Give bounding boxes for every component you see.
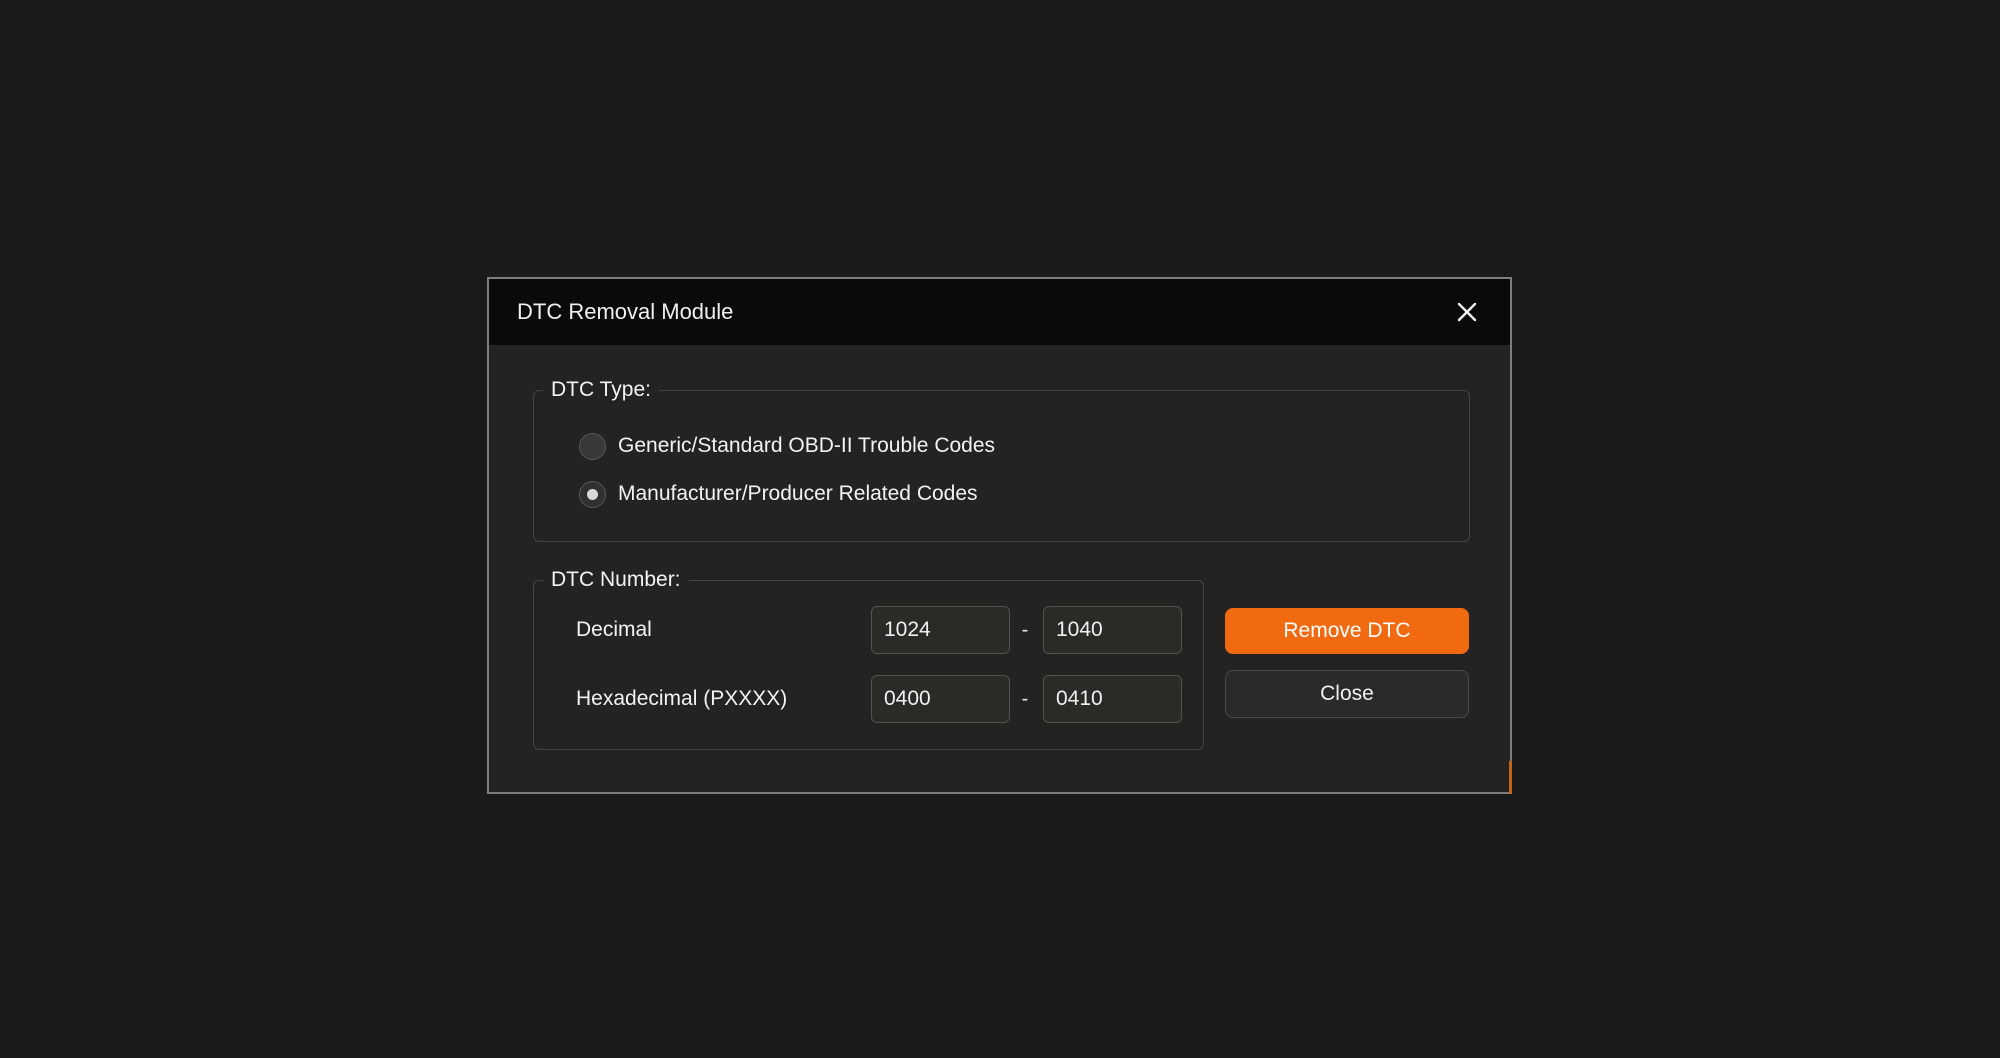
hexadecimal-label: Hexadecimal (PXXXX): [576, 675, 787, 723]
radio-option-manufacturer[interactable]: Manufacturer/Producer Related Codes: [579, 480, 978, 508]
dialog-titlebar[interactable]: DTC Removal Module: [489, 279, 1510, 345]
decimal-label: Decimal: [576, 606, 652, 654]
dtc-type-groupbox: DTC Type: Generic/Standard OBD-II Troubl…: [533, 390, 1470, 542]
radio-button-icon[interactable]: [579, 433, 606, 460]
range-separator: -: [1015, 675, 1035, 723]
dtc-number-groupbox: DTC Number: Decimal - Hexadecimal (PXXXX…: [533, 580, 1204, 750]
range-separator: -: [1015, 606, 1035, 654]
close-button[interactable]: Close: [1225, 670, 1469, 718]
decimal-to-input[interactable]: [1043, 606, 1182, 654]
hexadecimal-from-input[interactable]: [871, 675, 1010, 723]
titlebar-close-button[interactable]: [1446, 291, 1488, 333]
radio-button-icon[interactable]: [579, 481, 606, 508]
radio-option-label: Manufacturer/Producer Related Codes: [618, 482, 978, 506]
dtc-removal-dialog: DTC Removal Module DTC Type: Generic/Sta…: [487, 277, 1512, 794]
dtc-number-legend: DTC Number:: [543, 567, 689, 593]
dtc-type-legend: DTC Type:: [543, 377, 659, 403]
hexadecimal-range-row: Hexadecimal (PXXXX) -: [534, 675, 1203, 723]
remove-dtc-button[interactable]: Remove DTC: [1225, 608, 1469, 654]
radio-option-label: Generic/Standard OBD-II Trouble Codes: [618, 434, 995, 458]
dialog-title: DTC Removal Module: [517, 299, 733, 325]
close-icon: [1455, 300, 1479, 324]
hexadecimal-to-input[interactable]: [1043, 675, 1182, 723]
window-edge-highlight: [1509, 761, 1512, 794]
decimal-from-input[interactable]: [871, 606, 1010, 654]
decimal-range-row: Decimal -: [534, 606, 1203, 654]
radio-option-generic-obd2[interactable]: Generic/Standard OBD-II Trouble Codes: [579, 432, 995, 460]
